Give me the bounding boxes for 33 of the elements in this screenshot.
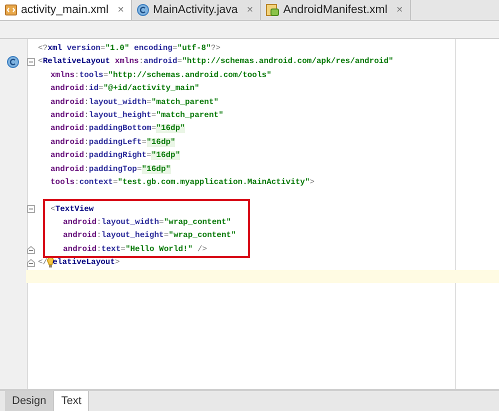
code-line: tools:context="test.gb.com.myapplication.MainActivity"> <box>50 176 315 189</box>
code-line: android:text="Hello World!" /> <box>63 244 208 256</box>
editor-tab[interactable]: MainActivity.java × <box>132 0 262 20</box>
view-tab[interactable]: Design <box>5 391 54 411</box>
code-line: android:paddingLeft="16dp" <box>50 136 176 149</box>
fold-icon[interactable] <box>27 205 35 214</box>
code-line: android:layout_height="match_parent" <box>50 110 224 122</box>
code-line: elativeLayout> <box>52 257 120 270</box>
editor-tab[interactable]: AndroidManifest.xml × <box>261 0 411 20</box>
lightbulb-icon[interactable] <box>46 257 54 268</box>
close-button[interactable]: × <box>246 4 254 16</box>
code-line: android:paddingBottom="16dp" <box>50 123 185 136</box>
close-button[interactable]: × <box>118 4 124 16</box>
xml-file-icon <box>5 4 17 16</box>
fold-icon[interactable] <box>27 246 35 254</box>
fold-icon[interactable] <box>27 258 35 267</box>
editor-tab[interactable]: activity_main.xml × <box>0 0 132 20</box>
code-line: android:id="@+id/activity_main" <box>50 83 200 96</box>
code-line: <?xml version="1.0" encoding="utf-8"?> <box>38 43 220 55</box>
close-button[interactable]: × <box>396 4 403 16</box>
code-line: <TextView <box>50 204 94 216</box>
manifest-file-icon <box>266 4 280 16</box>
class-icon <box>137 4 149 16</box>
code-line: android:layout_height="wrap_content" <box>63 230 236 242</box>
view-tab[interactable]: Text <box>54 391 90 411</box>
code-line: </ <box>38 257 48 270</box>
fold-icon[interactable] <box>27 58 35 66</box>
code-line: android:layout_width="wrap_content" <box>63 217 232 230</box>
code-line: android:paddingTop="16dp" <box>50 164 171 176</box>
code-line: android:paddingRight="16dp" <box>50 150 180 162</box>
code-line: android:layout_width="match_parent" <box>50 96 219 109</box>
code-line: xmlns:tools="http://schemas.android.com/tools" <box>50 70 272 82</box>
code-line: <RelativeLayout xmlns:android="http://schemas.android.com/apk/res/android" <box>38 56 394 68</box>
